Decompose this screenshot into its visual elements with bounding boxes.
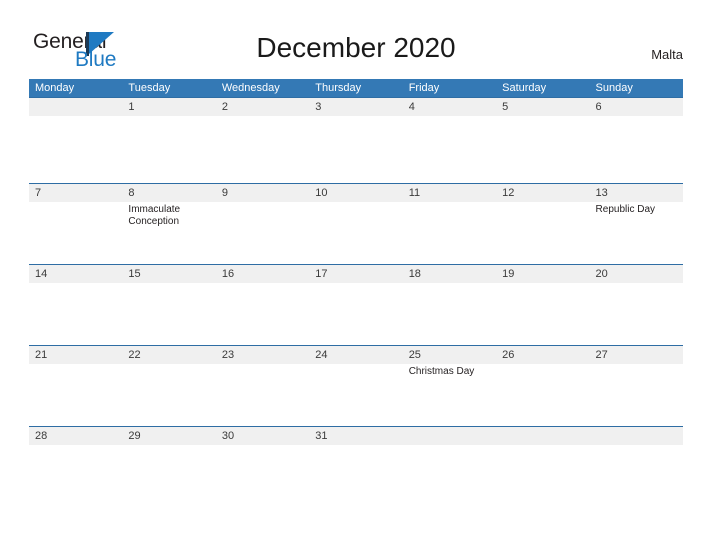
day-event: Immaculate Conception	[128, 204, 181, 227]
weekday-saturday: Saturday	[502, 82, 547, 94]
week-row: 28 29 30 31	[29, 426, 683, 456]
week-row: 7 8 9 10 11 12 13 Immaculate Conception …	[29, 183, 683, 264]
week-event-band: Christmas Day	[29, 364, 683, 378]
week-event-band	[29, 116, 683, 118]
day-number[interactable]: 5	[496, 98, 589, 116]
weekday-wednesday: Wednesday	[221, 82, 280, 94]
day-event	[309, 116, 402, 118]
weekday-tuesday: Tuesday	[128, 82, 171, 94]
day-event	[309, 364, 402, 378]
day-number[interactable]: 8	[122, 184, 215, 202]
week-event-band	[29, 445, 683, 447]
day-event	[403, 445, 496, 447]
week-day-number-band: 14 15 16 17 18 19 20	[29, 265, 683, 283]
day-event	[403, 202, 496, 228]
day-number[interactable]	[590, 427, 683, 445]
day-number[interactable]	[496, 427, 589, 445]
day-number[interactable]: 19	[496, 265, 589, 283]
week-event-band: Immaculate Conception Republic Day	[29, 202, 683, 228]
day-event: Christmas Day	[408, 366, 475, 377]
day-number[interactable]: 2	[216, 98, 309, 116]
day-number[interactable]: 20	[590, 265, 683, 283]
day-event	[590, 364, 683, 378]
day-number[interactable]: 16	[216, 265, 309, 283]
day-number[interactable]: 6	[590, 98, 683, 116]
day-number[interactable]: 28	[29, 427, 122, 445]
day-number[interactable]: 25	[403, 346, 496, 364]
day-number[interactable]: 3	[309, 98, 402, 116]
day-event	[309, 202, 402, 228]
day-number[interactable]: 26	[496, 346, 589, 364]
day-number[interactable]: 11	[403, 184, 496, 202]
day-number[interactable]: 23	[216, 346, 309, 364]
day-event	[216, 116, 309, 118]
day-event	[496, 283, 589, 285]
day-number[interactable]: 29	[122, 427, 215, 445]
week-day-number-band: 28 29 30 31	[29, 427, 683, 445]
day-number[interactable]: 22	[122, 346, 215, 364]
weekday-friday: Friday	[408, 82, 440, 94]
day-event	[496, 445, 589, 447]
day-number[interactable]: 15	[122, 265, 215, 283]
weekday-monday: Monday	[35, 82, 75, 94]
day-event	[122, 364, 215, 378]
day-event	[403, 283, 496, 285]
day-event	[29, 364, 122, 378]
weekday-sunday: Sunday	[595, 82, 633, 94]
day-number[interactable]: 9	[216, 184, 309, 202]
week-day-number-band: 7 8 9 10 11 12 13	[29, 184, 683, 202]
week-row: 1 2 3 4 5 6	[29, 97, 683, 183]
day-event	[216, 202, 309, 228]
day-event	[29, 202, 122, 228]
day-number[interactable]: 17	[309, 265, 402, 283]
day-number[interactable]: 30	[216, 427, 309, 445]
week-row: 14 15 16 17 18 19 20	[29, 264, 683, 345]
day-number[interactable]: 14	[29, 265, 122, 283]
week-day-number-band: 21 22 23 24 25 26 27	[29, 346, 683, 364]
weekday-header-row: Monday Tuesday Wednesday Thursday Friday…	[29, 79, 683, 97]
day-number[interactable]	[29, 98, 122, 116]
day-number[interactable]	[403, 427, 496, 445]
day-event	[590, 445, 683, 447]
weekday-thursday: Thursday	[315, 82, 362, 94]
day-event	[216, 445, 309, 447]
day-number[interactable]: 1	[122, 98, 215, 116]
day-event	[496, 364, 589, 378]
week-row: 21 22 23 24 25 26 27 Christmas Day	[29, 345, 683, 426]
day-event	[309, 283, 402, 285]
day-event	[590, 283, 683, 285]
day-event	[29, 283, 122, 285]
day-number[interactable]: 10	[309, 184, 402, 202]
day-event	[122, 116, 215, 118]
day-number[interactable]: 31	[309, 427, 402, 445]
page-header: General Blue December 2020 Malta	[0, 0, 712, 78]
day-event	[309, 445, 402, 447]
day-event	[122, 283, 215, 285]
day-event: Republic Day	[595, 204, 656, 215]
country-label: Malta	[651, 47, 683, 62]
day-event	[29, 116, 122, 118]
week-day-number-band: 1 2 3 4 5 6	[29, 98, 683, 116]
day-event	[590, 116, 683, 118]
day-event	[216, 283, 309, 285]
week-event-band	[29, 283, 683, 285]
day-number[interactable]: 7	[29, 184, 122, 202]
day-event	[496, 202, 589, 228]
day-event	[496, 116, 589, 118]
day-number[interactable]: 27	[590, 346, 683, 364]
day-number[interactable]: 13	[590, 184, 683, 202]
day-number[interactable]: 18	[403, 265, 496, 283]
page-title: December 2020	[256, 32, 456, 63]
calendar-grid: Monday Tuesday Wednesday Thursday Friday…	[29, 79, 683, 456]
day-event	[216, 364, 309, 378]
day-number[interactable]: 24	[309, 346, 402, 364]
day-number[interactable]: 12	[496, 184, 589, 202]
day-event	[29, 445, 122, 447]
day-number[interactable]: 21	[29, 346, 122, 364]
day-event	[403, 116, 496, 118]
day-event	[122, 445, 215, 447]
day-number[interactable]: 4	[403, 98, 496, 116]
